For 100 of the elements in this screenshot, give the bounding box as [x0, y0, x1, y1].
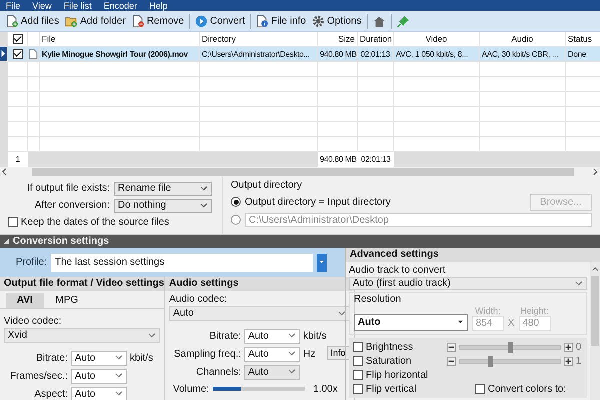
dropdown[interactable]: Auto: [244, 346, 300, 362]
column-header[interactable]: [8, 32, 28, 47]
checkbox[interactable]: [353, 342, 363, 352]
checkbox[interactable]: [353, 370, 363, 380]
field-label: Aspect:: [34, 388, 68, 400]
panel-header: Advanced settings: [346, 248, 600, 262]
dropdown[interactable]: Auto: [71, 368, 127, 384]
radio-button[interactable]: [231, 215, 241, 225]
remove-file-icon: [132, 14, 145, 28]
path-field[interactable]: C:\Users\Administrator\Desktop: [245, 213, 592, 227]
menu-item[interactable]: Encoder: [104, 0, 138, 10]
pin-icon: [396, 14, 410, 28]
total-size: 940.80 MB: [318, 152, 358, 167]
height-label: Height:: [520, 306, 549, 316]
panel-header: Audio settings: [165, 277, 354, 291]
add-folder-button[interactable]: Add folder: [62, 14, 129, 28]
row-header[interactable]: [0, 47, 8, 62]
volume-label: Volume:: [172, 384, 210, 394]
scroll-up-icon[interactable]: [592, 266, 598, 272]
file-icon: [29, 48, 38, 60]
unit-label: kbit/s: [303, 330, 327, 342]
menu-item[interactable]: Help: [149, 0, 168, 10]
checkbox[interactable]: [475, 384, 485, 394]
field-label: Audio track to convert: [349, 264, 447, 277]
add-files-button[interactable]: Add files: [3, 14, 62, 28]
caret-icon: [288, 351, 296, 357]
slider-thumb[interactable]: [488, 356, 493, 366]
section-header[interactable]: Conversion settings: [0, 235, 600, 248]
dimension-separator: X: [508, 317, 515, 331]
minus-icon[interactable]: [447, 342, 456, 352]
format-tab[interactable]: MPG: [48, 293, 86, 308]
resolution-dropdown[interactable]: Auto: [354, 314, 468, 331]
field-label: Sampling freq.:: [173, 348, 242, 360]
codec-dropdown[interactable]: Auto: [169, 306, 350, 321]
dropdown[interactable]: Auto: [71, 386, 127, 400]
slider-value: 1: [576, 356, 582, 366]
minus-icon[interactable]: [447, 356, 456, 366]
dropdown[interactable]: Auto: [71, 350, 127, 366]
field-label: Bitrate:: [35, 352, 68, 364]
dropdown[interactable]: Auto: [244, 328, 300, 344]
file-row[interactable]: Kylie Minogue Showgirl Tour (2006).mov C:\Users\Administrator\Deskto... 940.80 MB 02:01:13 AVC, 1 050 kbit/s, 8... AAC, 30 kbit/s CBR, ... Done: [0, 47, 600, 62]
caret-icon: [457, 320, 464, 325]
caret-icon: [115, 355, 123, 361]
panel-header: Output file format / Video settings: [0, 277, 164, 291]
menu-item[interactable]: File: [6, 0, 21, 10]
home-icon: [372, 14, 386, 28]
scroll-right-icon[interactable]: [591, 168, 599, 176]
file-info-icon: [256, 14, 270, 28]
codec-dropdown[interactable]: Xvid: [4, 328, 160, 343]
checkbox-label: Saturation: [366, 356, 413, 366]
profile-dropdown-button[interactable]: [317, 254, 328, 272]
select-all-checkbox[interactable]: [12, 34, 22, 44]
column-header[interactable]: Audio: [480, 32, 566, 47]
volume-slider[interactable]: [213, 387, 306, 391]
dropdown[interactable]: Do nothing: [114, 198, 212, 212]
settings-icon: [312, 14, 326, 28]
checkbox-label: Flip horizontal: [366, 370, 430, 380]
column-header[interactable]: Directory: [200, 32, 318, 47]
dropdown[interactable]: Rename file: [114, 182, 212, 196]
unit-label: kbit/s: [130, 352, 154, 364]
column-header[interactable]: Video: [394, 32, 480, 47]
vertical-scrollbar[interactable]: [590, 262, 600, 400]
audio-track-dropdown[interactable]: Auto (first audio track): [349, 277, 587, 290]
radio-button[interactable]: [231, 197, 241, 207]
file-info-button[interactable]: File info: [253, 14, 310, 28]
plus-icon[interactable]: [564, 342, 573, 352]
horizontal-scrollbar[interactable]: [0, 167, 600, 177]
column-header[interactable]: Duration: [358, 32, 394, 47]
row-checkbox[interactable]: [12, 49, 22, 59]
slider-value: 0: [576, 342, 582, 352]
plus-icon[interactable]: [564, 356, 573, 366]
slider-thumb[interactable]: [508, 342, 513, 352]
scroll-left-icon[interactable]: [1, 168, 9, 176]
checkbox-label: Flip vertical: [366, 384, 418, 394]
checkbox[interactable]: [8, 217, 18, 227]
volume-reading: 1.00x: [313, 384, 338, 394]
menu-item[interactable]: View: [32, 0, 52, 10]
convert-button[interactable]: Convert: [192, 14, 248, 28]
field-label: Channels:: [195, 366, 242, 378]
add-file-icon: [6, 14, 19, 28]
group-title: Resolution: [354, 294, 402, 306]
checkbox[interactable]: [353, 356, 363, 366]
column-header[interactable]: File: [40, 32, 200, 47]
menu-item[interactable]: File list: [64, 0, 92, 10]
info-button[interactable]: Info: [326, 346, 350, 360]
profile-dropdown[interactable]: The last session settings: [51, 254, 314, 272]
caret-icon: [338, 310, 346, 316]
caret-icon: [288, 369, 296, 375]
field-label: Video codec:: [4, 315, 63, 328]
checkbox[interactable]: [353, 384, 363, 394]
radio-label: Output directory = Input directory: [245, 196, 392, 208]
column-header[interactable]: Size: [318, 32, 358, 47]
caret-icon: [115, 391, 123, 397]
collapse-icon: [3, 238, 10, 245]
options-button[interactable]: Options: [309, 14, 365, 28]
group-title: Output directory: [231, 180, 304, 193]
format-tab[interactable]: AVI: [6, 293, 44, 308]
remove-button[interactable]: Remove: [128, 14, 188, 28]
profile-label: Profile:: [16, 257, 48, 268]
add-folder-icon: [65, 14, 78, 28]
